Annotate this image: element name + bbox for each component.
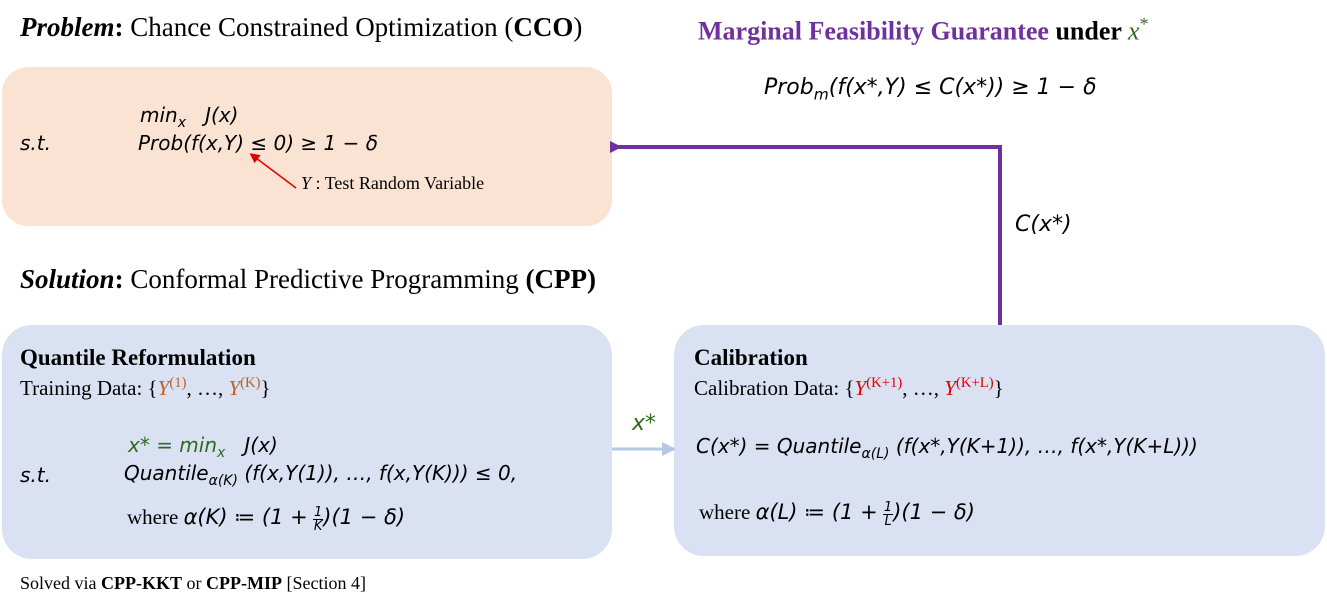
annotation-arrow — [249, 153, 297, 189]
guarantee-title: Marginal Feasibility Guarantee under x* — [698, 14, 1149, 46]
quantile-box-heading: Quantile Reformulation — [20, 345, 256, 370]
calibration-box-heading: Calibration — [694, 345, 808, 370]
cco-annotation: Y : Test Random Variable — [301, 173, 485, 193]
guarantee-formula: Probm(f(x*,Y) ≤ C(x*)) ≥ 1 − δ — [764, 75, 1097, 104]
cco-objective: minx J(x) — [140, 103, 239, 131]
arrow-label-x-star: x* — [632, 411, 657, 436]
quantile-constraint: Quantileα(K) (f(x,Y(1)), …, f(x,Y(K))) ≤… — [124, 461, 518, 489]
cco-st-label: s.t. — [20, 131, 51, 155]
training-data-label: Training Data: {Y(1), …, Y(K)} — [20, 375, 271, 400]
calibration-formula: C(x*) = Quantileα(L) (f(x*,Y(K+1)), …, f… — [696, 434, 1198, 462]
quantile-objective: x* = minx J(x) — [128, 433, 278, 461]
solution-title: Solution: Conformal Predictive Programmi… — [20, 264, 596, 294]
edge-label-c-of-x: C(x*) — [1015, 212, 1072, 237]
footer-note: Solved via CPP-KKT or CPP-MIP [Section 4… — [20, 573, 366, 593]
quantile-where: where α(K) ≔ (1 + 1 K)(1 − δ) — [127, 504, 406, 534]
quantile-st-label: s.t. — [20, 463, 51, 487]
calibration-where: where α(L) ≔ (1 + 1 L)(1 − δ) — [699, 499, 975, 529]
problem-title: Problem: Chance Constrained Optimization… — [20, 12, 583, 42]
cco-constraint: Prob(f(x,Y) ≤ 0) ≥ 1 − δ — [138, 131, 378, 155]
calibration-data-label: Calibration Data: {Y(K+1), …, Y(K+L)} — [694, 375, 1004, 400]
feedback-arrow — [610, 141, 1002, 325]
